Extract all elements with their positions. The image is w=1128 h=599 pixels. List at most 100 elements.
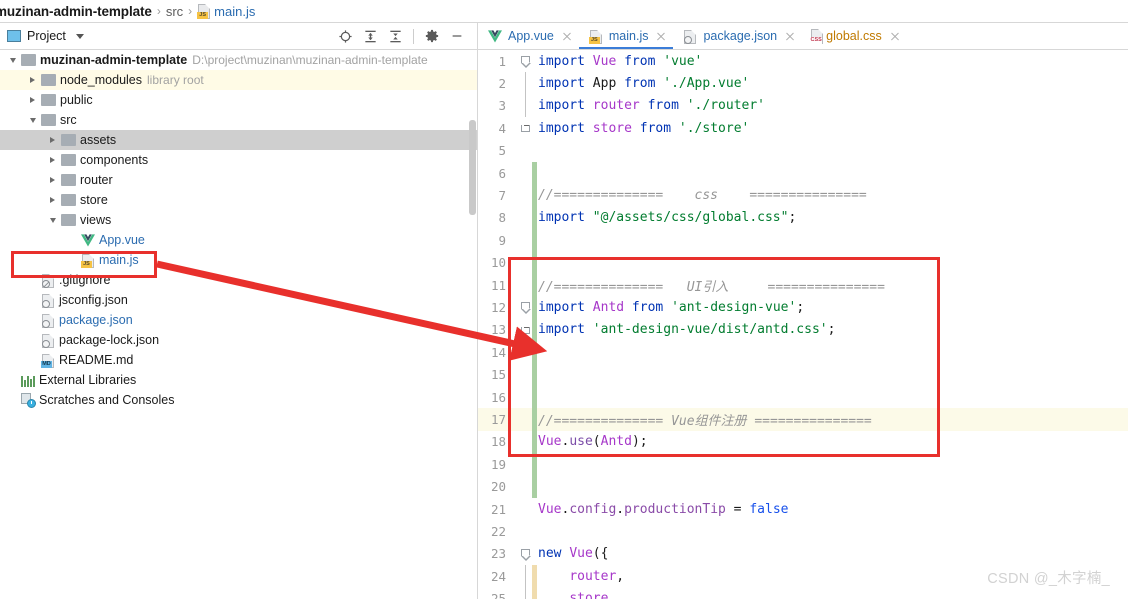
code-line[interactable]: 25 store,: [478, 587, 1128, 599]
chevron-right-icon[interactable]: [46, 194, 59, 207]
tree-item-store[interactable]: store: [0, 190, 477, 210]
fold-gutter[interactable]: [518, 520, 532, 542]
code-line[interactable]: 7 //============== css ===============: [478, 184, 1128, 206]
chevron-down-icon[interactable]: [46, 214, 59, 227]
tree-item-src[interactable]: src: [0, 110, 477, 130]
tree-item-muzinan-admin-template[interactable]: muzinan-admin-template D:\project\muzinan…: [0, 50, 477, 70]
code-line[interactable]: 9: [478, 229, 1128, 251]
close-icon[interactable]: [656, 31, 666, 41]
editor-tab-main-js[interactable]: JS main.js: [578, 23, 674, 49]
code-line[interactable]: 6: [478, 162, 1128, 184]
breadcrumb-project[interactable]: muzinan-admin-template: [0, 4, 152, 19]
fold-gutter[interactable]: [518, 453, 532, 475]
fold-gutter[interactable]: [518, 319, 532, 341]
code-line[interactable]: 20: [478, 475, 1128, 497]
code-line[interactable]: 14: [478, 341, 1128, 363]
collapse-all-icon[interactable]: [383, 25, 408, 48]
fold-gutter[interactable]: [518, 475, 532, 497]
code-line[interactable]: 10: [478, 252, 1128, 274]
tree-item-views[interactable]: views: [0, 210, 477, 230]
code-line[interactable]: 17 //============== Vue组件注册 =============…: [478, 408, 1128, 431]
code-line[interactable]: 3 import router from './router': [478, 94, 1128, 118]
fold-gutter[interactable]: [518, 140, 532, 162]
fold-gutter[interactable]: [518, 543, 532, 565]
tree-item-public[interactable]: public: [0, 90, 477, 110]
tree-item-package-lock-json[interactable]: package-lock.json: [0, 330, 477, 350]
code-line[interactable]: 23 new Vue({: [478, 543, 1128, 565]
editor-tab-app-vue[interactable]: App.vue: [478, 23, 579, 49]
editor-tab-global-css[interactable]: CSS global.css: [802, 23, 907, 49]
locate-target-icon[interactable]: [333, 25, 358, 48]
code-line[interactable]: 5: [478, 140, 1128, 162]
minimize-icon[interactable]: [444, 25, 469, 48]
close-icon[interactable]: [562, 31, 572, 41]
code-line[interactable]: 18 Vue.use(Antd);: [478, 431, 1128, 453]
sidebar-scrollbar[interactable]: [469, 120, 476, 215]
chevron-right-icon[interactable]: [26, 74, 39, 87]
code-editor[interactable]: 1 import Vue from 'vue' 2 import App from '…: [478, 50, 1128, 599]
chevron-right-icon[interactable]: [26, 94, 39, 107]
project-tree[interactable]: muzinan-admin-template D:\project\muzinan…: [0, 50, 477, 599]
chevron-right-icon[interactable]: [46, 174, 59, 187]
close-icon[interactable]: [785, 31, 795, 41]
fold-gutter[interactable]: [518, 341, 532, 363]
fold-gutter[interactable]: [518, 386, 532, 408]
tree-item-readme-md[interactable]: MD README.md: [0, 350, 477, 370]
code-line[interactable]: 2 import App from './App.vue': [478, 72, 1128, 95]
fold-gutter[interactable]: [518, 408, 532, 430]
fold-gutter[interactable]: [518, 498, 532, 520]
fold-gutter[interactable]: [518, 587, 532, 599]
tree-item-main-js[interactable]: JS main.js: [0, 250, 477, 270]
gear-icon[interactable]: [419, 25, 444, 48]
chevron-down-icon[interactable]: [26, 114, 39, 127]
code-line[interactable]: 1 import Vue from 'vue': [478, 50, 1128, 72]
tree-item-external-libraries[interactable]: External Libraries: [0, 370, 477, 390]
breadcrumb-file[interactable]: main.js: [214, 4, 255, 19]
breadcrumb-folder[interactable]: src: [166, 4, 183, 19]
fold-gutter[interactable]: [518, 184, 532, 206]
tree-item-assets[interactable]: assets: [0, 130, 477, 150]
code-line[interactable]: 16: [478, 386, 1128, 408]
chevron-down-icon[interactable]: [75, 33, 84, 39]
chevron-right-icon[interactable]: [46, 134, 59, 147]
vcs-change-marker[interactable]: [532, 162, 537, 498]
fold-gutter[interactable]: [518, 252, 532, 274]
fold-gutter[interactable]: [518, 117, 532, 139]
vcs-change-marker[interactable]: [532, 565, 537, 599]
expand-all-icon[interactable]: [358, 25, 383, 48]
fold-gutter[interactable]: [518, 207, 532, 229]
project-tool-window-title-group[interactable]: Project: [0, 29, 84, 43]
tree-item-gitignore[interactable]: .gitignore: [0, 270, 477, 290]
fold-gutter[interactable]: [518, 363, 532, 385]
close-icon[interactable]: [890, 31, 900, 41]
code-line[interactable]: 13 import 'ant-design-vue/dist/antd.css';: [478, 319, 1128, 341]
fold-gutter[interactable]: [518, 72, 532, 95]
fold-gutter[interactable]: [518, 431, 532, 453]
json-file-icon: [41, 313, 55, 328]
chevron-down-icon[interactable]: [6, 54, 19, 67]
tree-item-node-modules[interactable]: node_modules library root: [0, 70, 477, 90]
fold-gutter[interactable]: [518, 162, 532, 184]
code-line[interactable]: 22: [478, 520, 1128, 542]
fold-gutter[interactable]: [518, 94, 532, 118]
code-line[interactable]: 12 import Antd from 'ant-design-vue';: [478, 296, 1128, 318]
chevron-right-icon[interactable]: [46, 154, 59, 167]
fold-gutter[interactable]: [518, 296, 532, 318]
tree-item-app-vue[interactable]: App.vue: [0, 230, 477, 250]
tree-item-router[interactable]: router: [0, 170, 477, 190]
tree-item-components[interactable]: components: [0, 150, 477, 170]
fold-gutter[interactable]: [518, 229, 532, 251]
tree-item-package-json[interactable]: package.json: [0, 310, 477, 330]
code-line[interactable]: 15: [478, 363, 1128, 385]
code-line[interactable]: 8 import "@/assets/css/global.css";: [478, 207, 1128, 229]
tree-item-scratches-and-consoles[interactable]: Scratches and Consoles: [0, 390, 477, 410]
code-line[interactable]: 11 //============== UI引入 ===============: [478, 274, 1128, 296]
fold-gutter[interactable]: [518, 50, 532, 72]
fold-gutter[interactable]: [518, 564, 532, 588]
code-line[interactable]: 19: [478, 453, 1128, 475]
editor-tab-package-json[interactable]: package.json: [673, 23, 802, 49]
fold-gutter[interactable]: [518, 274, 532, 296]
tree-item-jsconfig-json[interactable]: jsconfig.json: [0, 290, 477, 310]
code-line[interactable]: 4 import store from './store': [478, 117, 1128, 139]
code-line[interactable]: 21 Vue.config.productionTip = false: [478, 498, 1128, 520]
